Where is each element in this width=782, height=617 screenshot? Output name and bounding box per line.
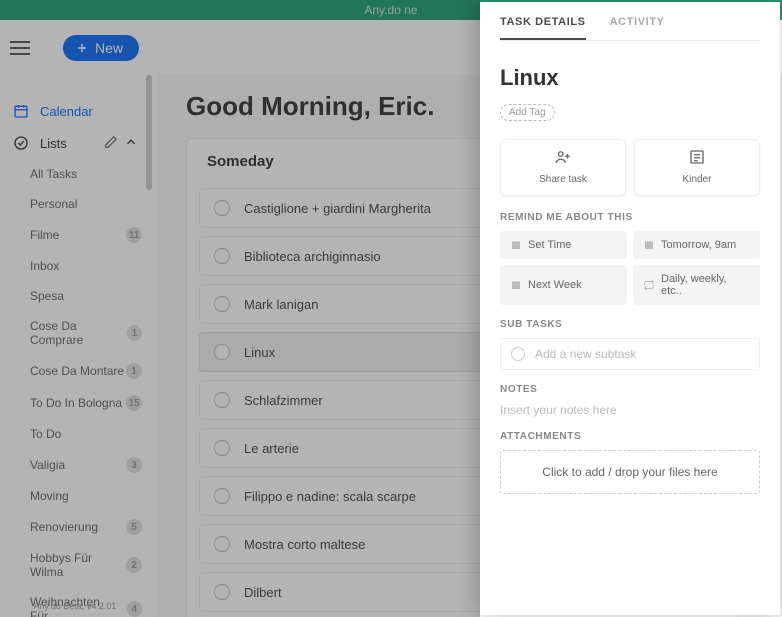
chevron-up-icon[interactable] — [118, 135, 138, 152]
add-tag-button[interactable]: Add Tag — [500, 104, 555, 121]
sidebar-item-label: Cose Da Comprare — [30, 319, 127, 347]
sidebar-item[interactable]: Renovierung 5 — [0, 511, 150, 543]
remind-set-time[interactable]: Set Time — [500, 231, 627, 259]
panel-tabs: TASK DETAILS ACTIVITY — [500, 16, 760, 41]
task-checkbox[interactable] — [214, 584, 230, 600]
task-checkbox[interactable] — [214, 392, 230, 408]
subtask-input-row[interactable] — [500, 338, 760, 370]
sidebar-item-label: All Tasks — [30, 167, 77, 181]
task-checkbox[interactable] — [214, 536, 230, 552]
sidebar-item[interactable]: Cose Da Comprare1 — [0, 311, 150, 355]
task-checkbox[interactable] — [214, 488, 230, 504]
calendar-icon — [12, 102, 30, 120]
subtask-input[interactable] — [535, 347, 749, 361]
sidebar-item-label: Cose Da Montare — [30, 364, 124, 378]
remind-tomorrow[interactable]: Tomorrow, 9am — [633, 231, 760, 259]
task-label: Filippo e nadine: scala scarpe — [244, 489, 416, 504]
sidebar-item[interactable]: Inbox — [0, 251, 150, 281]
count-badge: 11 — [126, 227, 142, 243]
count-badge: 1 — [127, 325, 142, 341]
menu-icon[interactable] — [10, 34, 38, 62]
count-badge: 2 — [126, 557, 142, 573]
count-badge: 5 — [126, 519, 142, 535]
sidebar: Calendar Lists All TasksPersonalFilme11I… — [0, 75, 150, 617]
sidebar-item[interactable]: Cose Da Montare1 — [0, 355, 150, 387]
task-label: Castiglione + giardini Margherita — [244, 201, 431, 216]
scrollbar[interactable] — [146, 75, 152, 190]
notes-input[interactable]: Insert your notes here — [500, 403, 760, 417]
sidebar-item[interactable]: Filme 11 — [0, 219, 150, 251]
sidebar-item-label: Filme — [30, 228, 59, 242]
sidebar-item-label: Spesa — [30, 289, 64, 303]
tab-activity[interactable]: ACTIVITY — [610, 16, 665, 40]
remind-section-label: REMIND ME ABOUT THIS — [500, 212, 760, 223]
sidebar-item-label: Moving — [30, 489, 69, 503]
sidebar-item-label: Personal — [30, 197, 77, 211]
sidebar-item[interactable]: To Do — [0, 419, 150, 449]
task-checkbox[interactable] — [214, 248, 230, 264]
notes-section-label: NOTES — [500, 384, 760, 395]
tab-task-details[interactable]: TASK DETAILS — [500, 16, 586, 40]
subtasks-section-label: SUB TASKS — [500, 319, 760, 330]
task-label: Schlafzimmer — [244, 393, 323, 408]
count-badge: 1 — [126, 363, 142, 379]
sidebar-item-label: To Do In Bologna — [30, 396, 122, 410]
sidebar-item[interactable]: Hobbys Für Wilma2 — [0, 543, 150, 587]
sidebar-item[interactable]: To Do In Bologna 15 — [0, 387, 150, 419]
check-circle-icon — [12, 134, 30, 152]
task-label: Biblioteca archiginnasio — [244, 249, 381, 264]
attachments-section-label: ATTACHMENTS — [500, 431, 760, 442]
task-title[interactable]: Linux — [500, 65, 760, 91]
sidebar-item-label: Valigia — [30, 458, 65, 472]
share-task-button[interactable]: Share task — [500, 139, 626, 196]
edit-icon[interactable] — [98, 135, 118, 152]
attachments-dropzone[interactable]: Click to add / drop your files here — [500, 450, 760, 494]
sidebar-item[interactable]: Spesa — [0, 281, 150, 311]
sidebar-calendar-label: Calendar — [40, 104, 93, 119]
sidebar-item[interactable]: All Tasks — [0, 159, 150, 189]
task-label: Mark lanigan — [244, 297, 318, 312]
sidebar-item-label: Hobbys Für Wilma — [30, 551, 126, 579]
circle-icon — [511, 347, 525, 361]
task-label: Dilbert — [244, 585, 282, 600]
remind-recurring[interactable]: Daily, weekly, etc.. — [633, 265, 760, 305]
task-checkbox[interactable] — [214, 200, 230, 216]
task-checkbox[interactable] — [214, 296, 230, 312]
sidebar-item[interactable]: Valigia 3 — [0, 449, 150, 481]
task-label: Linux — [244, 345, 275, 360]
sidebar-item[interactable]: Moving — [0, 481, 150, 511]
sidebar-item-label: Inbox — [30, 259, 59, 273]
sidebar-item-label: To Do — [30, 427, 61, 441]
list-button[interactable]: Kinder — [634, 139, 760, 196]
new-button[interactable]: New — [63, 35, 139, 61]
sidebar-item[interactable]: Personal — [0, 189, 150, 219]
new-button-label: New — [95, 40, 123, 56]
count-badge: 15 — [126, 395, 142, 411]
share-task-label: Share task — [539, 174, 587, 185]
version-label: Any.do Beta, v4.2.01 — [0, 601, 150, 611]
banner-text: Any.do ne — [364, 3, 417, 17]
list-button-label: Kinder — [683, 174, 712, 185]
count-badge: 3 — [126, 457, 142, 473]
sidebar-calendar[interactable]: Calendar — [0, 95, 150, 127]
sidebar-item-label: Renovierung — [30, 520, 98, 534]
task-checkbox[interactable] — [214, 344, 230, 360]
task-label: Le arterie — [244, 441, 299, 456]
task-checkbox[interactable] — [214, 440, 230, 456]
remind-next-week[interactable]: Next Week — [500, 265, 627, 305]
sidebar-lists[interactable]: Lists — [0, 127, 150, 159]
task-detail-panel: TASK DETAILS ACTIVITY Linux Add Tag Shar… — [480, 2, 780, 615]
task-label: Mostra corto maltese — [244, 537, 365, 552]
sidebar-lists-label: Lists — [40, 136, 67, 151]
